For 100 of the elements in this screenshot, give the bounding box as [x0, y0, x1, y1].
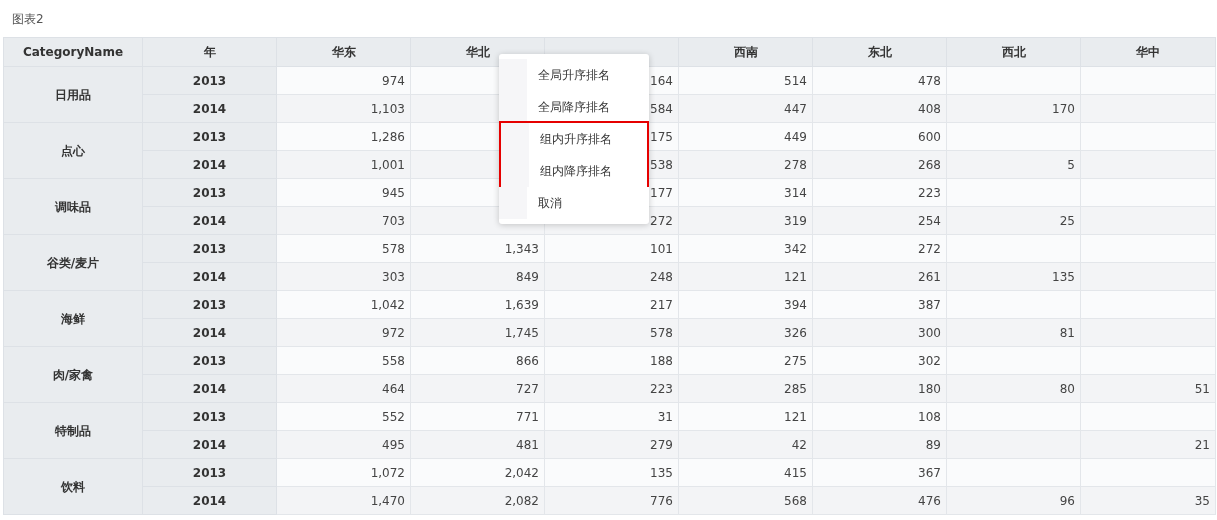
year-cell: 2014 [142, 318, 277, 347]
year-cell: 2014 [142, 374, 277, 403]
category-cell: 谷类/麦片 [3, 234, 143, 291]
table-cell: 275 [678, 346, 813, 375]
table-cell: 342 [678, 234, 813, 263]
table-cell: 248 [544, 262, 679, 291]
year-cell: 2013 [142, 178, 277, 207]
column-header[interactable]: 华东 [276, 37, 411, 67]
table-cell: 314 [678, 178, 813, 207]
table-cell: 303 [276, 262, 411, 291]
table-cell: 268 [812, 150, 947, 179]
table-cell: 223 [812, 178, 947, 207]
table-cell: 476 [812, 486, 947, 515]
table-cell: 223 [544, 374, 679, 403]
table-cell: 1,286 [276, 122, 411, 151]
table-cell: 25 [946, 206, 1081, 235]
table-cell: 447 [678, 94, 813, 123]
table-cell: 514 [678, 66, 813, 95]
category-cell: 调味品 [3, 178, 143, 235]
category-cell: 点心 [3, 122, 143, 179]
table-cell: 578 [276, 234, 411, 263]
year-cell: 2014 [142, 94, 277, 123]
year-cell: 2013 [142, 402, 277, 431]
table-cell: 2,042 [410, 458, 545, 487]
table-cell: 481 [410, 430, 545, 459]
table-cell: 771 [410, 402, 545, 431]
table-cell: 300 [812, 318, 947, 347]
year-cell: 2013 [142, 234, 277, 263]
table-cell: 394 [678, 290, 813, 319]
year-cell: 2013 [142, 290, 277, 319]
table-cell: 866 [410, 346, 545, 375]
table-cell: 415 [678, 458, 813, 487]
table-cell: 319 [678, 206, 813, 235]
table-cell: 80 [946, 374, 1081, 403]
table-cell: 135 [946, 262, 1081, 291]
column-header[interactable]: 华中 [1080, 37, 1216, 67]
table-cell: 478 [812, 66, 947, 95]
table-cell: 101 [544, 234, 679, 263]
table-cell: 285 [678, 374, 813, 403]
table-cell: 945 [276, 178, 411, 207]
table-cell: 51 [1080, 374, 1216, 403]
table-cell: 31 [544, 402, 679, 431]
table-cell: 121 [678, 402, 813, 431]
menu-item[interactable]: 全局降序排名 [499, 91, 649, 123]
table-cell: 1,001 [276, 150, 411, 179]
year-cell: 2014 [142, 150, 277, 179]
year-cell: 2013 [142, 458, 277, 487]
table-cell: 849 [410, 262, 545, 291]
table-cell: 21 [1080, 430, 1216, 459]
column-header[interactable]: 年 [142, 37, 277, 67]
table-cell: 568 [678, 486, 813, 515]
table-cell: 108 [812, 402, 947, 431]
table-cell: 326 [678, 318, 813, 347]
menu-item[interactable]: 取消 [499, 187, 649, 219]
table-cell: 776 [544, 486, 679, 515]
table-cell: 170 [946, 94, 1081, 123]
column-header[interactable]: 东北 [812, 37, 947, 67]
table-cell: 974 [276, 66, 411, 95]
year-cell: 2013 [142, 66, 277, 95]
chart-title: 图表2 [12, 11, 44, 28]
table-cell: 1,042 [276, 290, 411, 319]
table-cell: 578 [544, 318, 679, 347]
table-cell: 272 [812, 234, 947, 263]
table-cell: 278 [678, 150, 813, 179]
table-cell: 217 [544, 290, 679, 319]
table-cell: 254 [812, 206, 947, 235]
year-cell: 2014 [142, 262, 277, 291]
category-cell: 肉/家禽 [3, 346, 143, 403]
year-cell: 2014 [142, 430, 277, 459]
table-cell: 449 [678, 122, 813, 151]
table-cell: 972 [276, 318, 411, 347]
year-cell: 2013 [142, 346, 277, 375]
column-header[interactable]: CategoryName [3, 37, 143, 67]
category-cell: 饮料 [3, 458, 143, 515]
table-cell: 188 [544, 346, 679, 375]
table-cell: 96 [946, 486, 1081, 515]
table-cell: 464 [276, 374, 411, 403]
table-cell: 35 [1080, 486, 1216, 515]
table-cell: 180 [812, 374, 947, 403]
category-cell: 特制品 [3, 402, 143, 459]
table-cell: 135 [544, 458, 679, 487]
table-cell: 121 [678, 262, 813, 291]
column-header[interactable]: 西北 [946, 37, 1081, 67]
table-cell: 552 [276, 402, 411, 431]
table-cell: 81 [946, 318, 1081, 347]
table-cell: 1,103 [276, 94, 411, 123]
table-cell: 42 [678, 430, 813, 459]
column-header[interactable]: 西南 [678, 37, 813, 67]
table-cell: 367 [812, 458, 947, 487]
table-cell: 261 [812, 262, 947, 291]
year-cell: 2014 [142, 206, 277, 235]
table-cell: 279 [544, 430, 679, 459]
table-cell: 408 [812, 94, 947, 123]
table-cell: 5 [946, 150, 1081, 179]
table-cell: 387 [812, 290, 947, 319]
category-cell: 日用品 [3, 66, 143, 123]
table-cell: 1,072 [276, 458, 411, 487]
table-cell: 89 [812, 430, 947, 459]
table-cell: 2,082 [410, 486, 545, 515]
menu-item[interactable]: 全局升序排名 [499, 59, 649, 91]
